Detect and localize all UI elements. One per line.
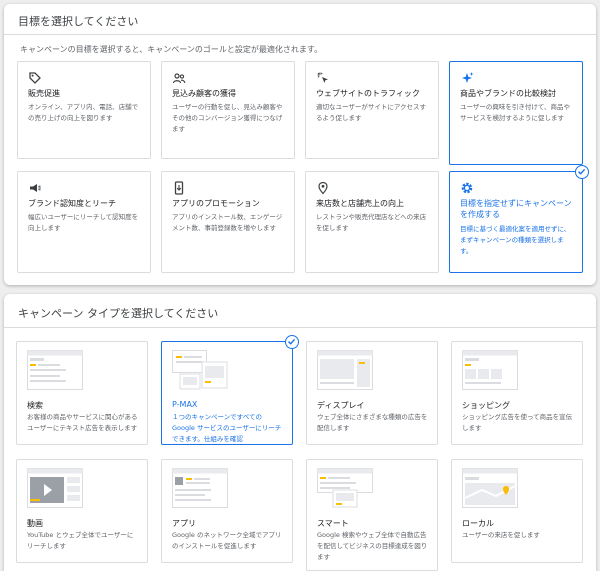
display-thumb bbox=[317, 350, 373, 390]
goal-card-no-goal[interactable]: 目標を指定せずにキャンペーンを作成する 目標に基づく最適化案を適用せずに、まずキ… bbox=[449, 165, 589, 273]
type-card-display[interactable]: ディスプレイ ウェブ全体にさまざまな種類の広告を配信します bbox=[306, 341, 438, 445]
video-thumb bbox=[27, 468, 83, 508]
goal-section-title: 目標を選択してください bbox=[18, 15, 139, 28]
goal-card-awareness[interactable]: ブランド認知度とリーチ 幅広いユーザーにリーチして認知度を向上します bbox=[17, 171, 151, 273]
type-section-title: キャンペーン タイプを選択してください bbox=[18, 307, 219, 320]
goal-card-label: ウェブサイトのトラフィック bbox=[316, 89, 420, 98]
goal-card-desc: レストランや販売代理店などへの来店を促します bbox=[316, 213, 427, 232]
cursor-click-icon bbox=[316, 70, 330, 84]
goal-section-subtitle: キャンペーンの目標を選択すると、キャンペーンのゴールと設定が最適化されます。 bbox=[20, 45, 323, 54]
goal-card-label: 目標を指定せずにキャンペーンを作成する bbox=[460, 199, 572, 219]
megaphone-icon bbox=[28, 180, 42, 194]
goal-card-label: 商品やブランドの比較検討 bbox=[460, 89, 556, 98]
goal-card-desc: 目標に基づく最適化案を適用せずに、まずキャンペーンの種類を選択します。 bbox=[460, 225, 571, 255]
divider bbox=[4, 327, 596, 328]
goal-card-sales[interactable]: 販売促進 オンライン、アプリ内、電話、店舗での売り上げの向上を図ります bbox=[17, 61, 151, 159]
type-card-label: P-MAX bbox=[172, 400, 198, 409]
smart-thumb bbox=[317, 468, 373, 508]
goal-card-leads[interactable]: 見込み顧客の獲得 ユーザーの行動を促し、見込み顧客やその他のコンバージョン獲得に… bbox=[161, 61, 295, 159]
goal-card-label: 来店数と店舗売上の向上 bbox=[316, 199, 404, 208]
goal-card-desc: ユーザーの興味を引き付けて、商品やサービスを検討するように促します bbox=[460, 103, 571, 122]
local-thumb bbox=[462, 468, 518, 508]
type-card-desc: お客様の商品やサービスに関心があるユーザーにテキスト広告を表示します bbox=[27, 413, 138, 432]
goal-card-desc: アプリのインストール数、エンゲージメント数、事前登録数を増やします bbox=[172, 213, 283, 232]
type-card-shopping[interactable]: ショッピング ショッピング広告を使って商品を宣伝します bbox=[451, 341, 583, 445]
goal-card-traffic[interactable]: ウェブサイトのトラフィック 適切なユーザーがサイトにアクセスするよう促します bbox=[305, 61, 439, 159]
type-card-desc: ウェブ全体にさまざまな種類の広告を配信します bbox=[317, 413, 428, 432]
type-card-app[interactable]: アプリ Google のネットワーク全域でアプリのインストールを促進します bbox=[161, 459, 293, 563]
type-card-local[interactable]: ローカル ユーザーの来店を促します bbox=[451, 459, 583, 563]
type-card-label: 検索 bbox=[27, 401, 43, 410]
goal-card-desc: 適切なユーザーがサイトにアクセスするよう促します bbox=[316, 103, 427, 122]
type-card-desc: Google 検索やウェブ全体で自動広告を配信してビジネスの目標達成を図ります bbox=[317, 531, 428, 561]
type-card-smart[interactable]: スマート Google 検索やウェブ全体で自動広告を配信してビジネスの目標達成を… bbox=[306, 459, 438, 571]
type-card-label: ローカル bbox=[462, 519, 494, 528]
goal-card-desc: ユーザーの行動を促し、見込み顧客やその他のコンバージョン獲得につなげます bbox=[172, 103, 283, 133]
goal-card-label: アプリのプロモーション bbox=[172, 199, 260, 208]
gear-icon bbox=[460, 180, 474, 194]
goal-card-label: ブランド認知度とリーチ bbox=[28, 199, 116, 208]
goal-card-desc: オンライン、アプリ内、電話、店舗での売り上げの向上を図ります bbox=[28, 103, 139, 122]
phone-icon bbox=[172, 180, 186, 195]
app-thumb bbox=[172, 468, 228, 508]
type-card-label: 動画 bbox=[27, 519, 43, 528]
type-card-label: ショッピング bbox=[462, 401, 510, 410]
type-card-pmax[interactable]: P-MAX １つのキャンペーンですべての Google サービスのユーザーにリー… bbox=[161, 335, 299, 445]
shopping-thumb bbox=[462, 350, 518, 390]
type-card-video[interactable]: 動画 YouTube とウェブ全体でユーザーにリーチします bbox=[16, 459, 148, 563]
type-card-desc: ユーザーの来店を促します bbox=[462, 531, 540, 539]
goal-card-label: 見込み顧客の獲得 bbox=[172, 89, 236, 98]
location-pin-icon bbox=[316, 180, 330, 195]
goal-card-label: 販売促進 bbox=[28, 89, 60, 98]
goal-card-consideration[interactable]: 商品やブランドの比較検討 ユーザーの興味を引き付けて、商品やサービスを検討するよ… bbox=[449, 61, 583, 165]
search-thumb bbox=[27, 350, 83, 390]
type-card-label: スマート bbox=[317, 519, 349, 528]
checkmark-icon bbox=[285, 335, 299, 349]
type-card-desc: ショッピング広告を使って商品を宣伝します bbox=[462, 413, 573, 432]
type-card-desc: Google のネットワーク全域でアプリのインストールを促進します bbox=[172, 531, 282, 550]
goal-card-local-visits[interactable]: 来店数と店舗売上の向上 レストランや販売代理店などへの来店を促します bbox=[305, 171, 439, 273]
people-icon bbox=[172, 70, 186, 84]
pmax-thumb bbox=[172, 350, 228, 390]
sparkle-icon bbox=[460, 70, 474, 84]
goal-card-app-promotion[interactable]: アプリのプロモーション アプリのインストール数、エンゲージメント数、事前登録数を… bbox=[161, 171, 295, 273]
type-card-desc: １つのキャンペーンですべての Google サービスのユーザーにリーチできます。… bbox=[172, 413, 282, 443]
goal-selection-panel: 目標を選択してください キャンペーンの目標を選択すると、キャンペーンのゴールと設… bbox=[4, 4, 596, 285]
campaign-type-panel: キャンペーン タイプを選択してください 検索 お客様の商品やサービスに関心がある… bbox=[4, 294, 596, 571]
type-card-label: アプリ bbox=[172, 519, 196, 528]
type-card-label: ディスプレイ bbox=[317, 401, 365, 410]
divider bbox=[4, 34, 596, 35]
type-card-desc: YouTube とウェブ全体でユーザーにリーチします bbox=[27, 531, 134, 550]
tag-icon bbox=[28, 70, 42, 84]
goal-card-desc: 幅広いユーザーにリーチして認知度を向上します bbox=[28, 213, 139, 232]
checkmark-icon bbox=[575, 165, 589, 179]
type-card-search[interactable]: 検索 お客様の商品やサービスに関心があるユーザーにテキスト広告を表示します bbox=[16, 341, 148, 445]
